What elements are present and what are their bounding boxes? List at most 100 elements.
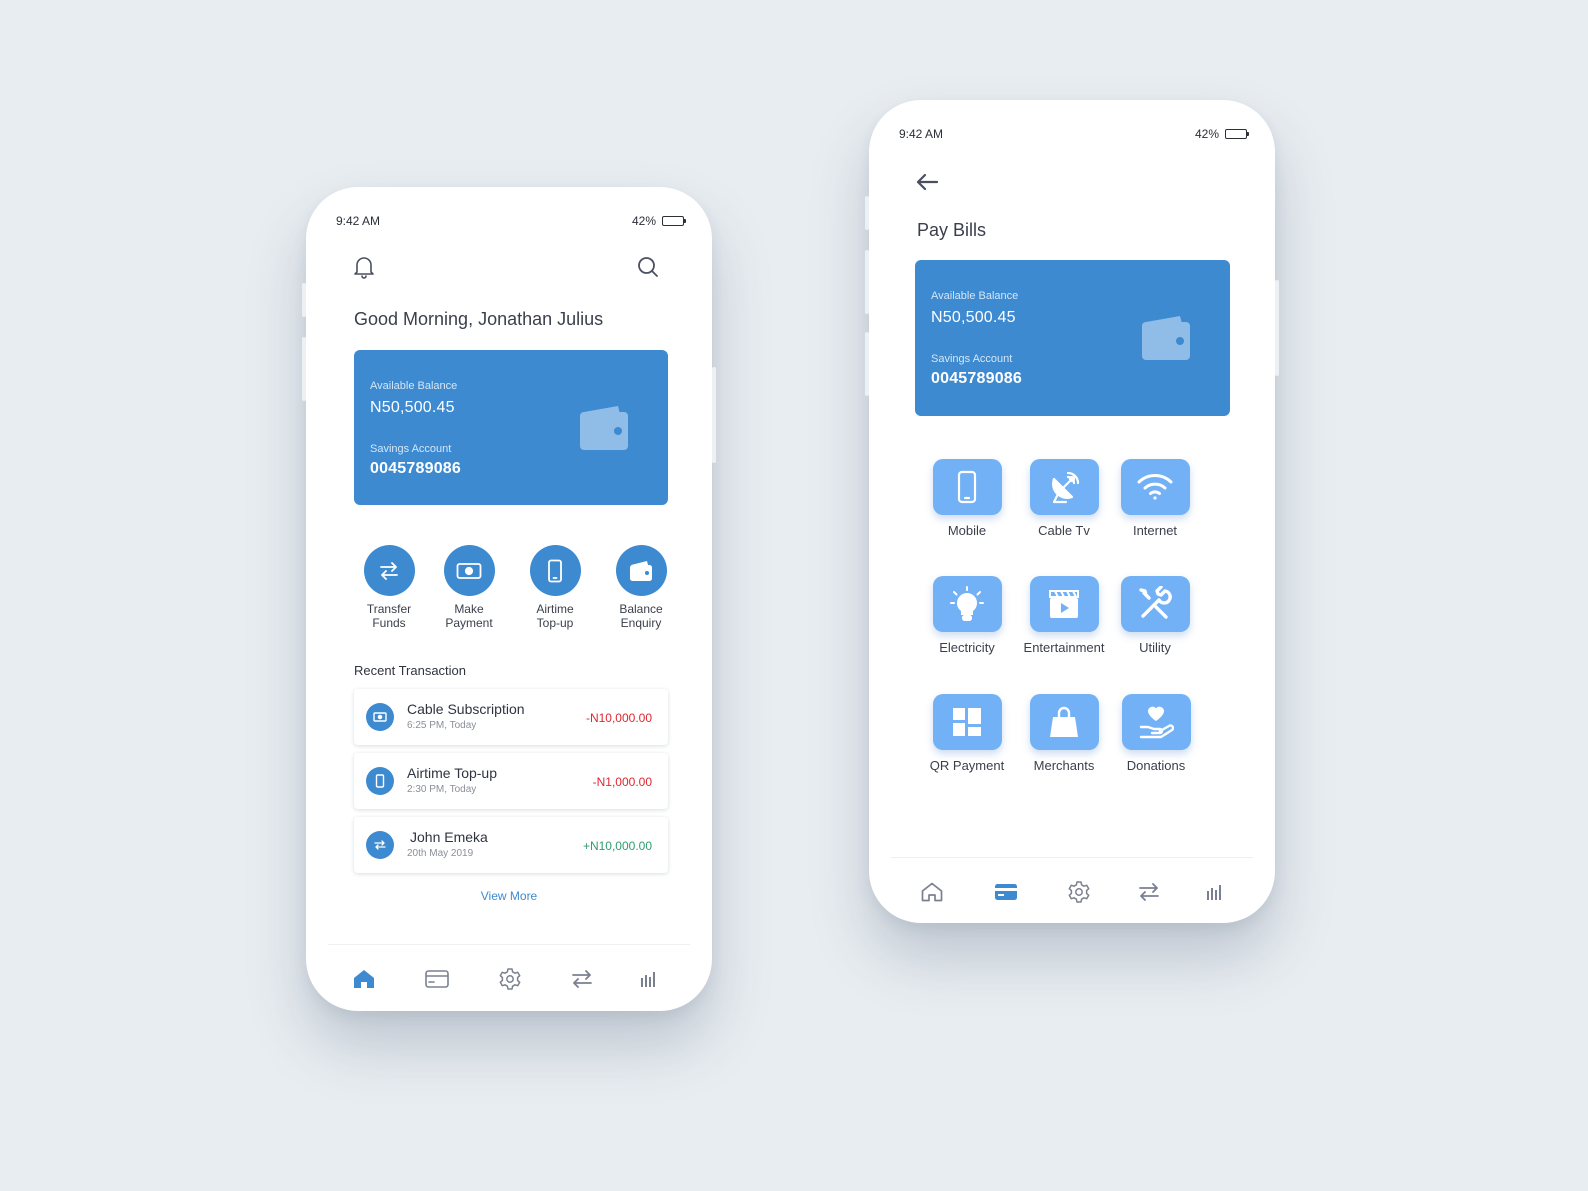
grid-tiles-icon xyxy=(932,694,1002,750)
nav-home-icon[interactable] xyxy=(344,959,384,999)
bill-label: Cable Tv xyxy=(1038,523,1090,538)
pay-bills-screen: 9:42 AM 42% Pay Bills Available Balance … xyxy=(865,100,1279,923)
wallet-icon xyxy=(1140,312,1192,367)
bill-category-internet[interactable]: Internet xyxy=(1100,459,1210,538)
wallet-icon xyxy=(578,402,630,457)
bill-category-donations[interactable]: Donations xyxy=(1101,694,1211,773)
nav-settings-gear-icon[interactable] xyxy=(1059,872,1099,912)
quick-action-label: Balance Enquiry xyxy=(619,602,663,630)
mobile-phone-icon xyxy=(932,459,1002,515)
bill-category-utility[interactable]: Utility xyxy=(1100,576,1210,655)
cash-icon xyxy=(366,703,394,731)
satellite-dish-icon xyxy=(1029,459,1099,515)
bottom-nav xyxy=(328,944,690,1004)
quick-action-label: Transfer Funds xyxy=(366,602,412,630)
side-button xyxy=(302,337,306,401)
balance-card[interactable]: Available Balance N50,500.45 Savings Acc… xyxy=(915,260,1230,416)
wifi-icon xyxy=(1120,459,1190,515)
bill-label: Merchants xyxy=(1033,758,1095,773)
home-screen: 9:42 AM 42% Good Morning, Jonathan Juliu… xyxy=(302,187,716,1011)
shopping-bag-icon xyxy=(1029,694,1099,750)
airtime-topup-button[interactable]: Airtime Top-up xyxy=(512,545,598,630)
page-title: Pay Bills xyxy=(917,220,987,240)
bill-label: Entertainment xyxy=(1023,640,1105,655)
transaction-amount: +N10,000.00 xyxy=(582,839,652,853)
status-bar: 9:42 AM 42% xyxy=(899,126,1249,142)
search-icon[interactable] xyxy=(634,253,662,281)
make-payment-button[interactable]: Make Payment xyxy=(426,545,512,630)
arrow-left-icon[interactable] xyxy=(913,168,941,196)
bill-category-qr-payment[interactable]: QR Payment xyxy=(912,694,1022,773)
bottom-nav xyxy=(891,857,1253,917)
bill-label: Electricity xyxy=(939,640,995,655)
nav-transfer-arrows-icon[interactable] xyxy=(562,959,602,999)
side-button xyxy=(865,332,869,396)
phone-icon xyxy=(366,767,394,795)
status-right: 42% xyxy=(1194,127,1249,141)
status-bar: 9:42 AM 42% xyxy=(336,213,686,229)
status-right: 42% xyxy=(631,214,686,228)
account-label: Savings Account xyxy=(931,353,1013,365)
tools-icon xyxy=(1120,576,1190,632)
transaction-row[interactable]: Airtime Top-up 2:30 PM, Today -N1,000.00 xyxy=(354,753,668,809)
transaction-amount: -N1,000.00 xyxy=(592,775,652,789)
transaction-time: 2:30 PM, Today xyxy=(407,784,477,795)
battery-icon xyxy=(1225,129,1249,139)
nav-stats-bars-icon[interactable] xyxy=(628,959,668,999)
quick-actions: Transfer Funds Make Payment Airtime Top-up xyxy=(346,545,676,635)
transfer-arrows-icon xyxy=(366,831,394,859)
bill-label: Utility xyxy=(1139,640,1171,655)
side-button xyxy=(865,196,869,230)
status-time: 9:42 AM xyxy=(336,214,381,228)
transaction-row[interactable]: Cable Subscription 6:25 PM, Today -N10,0… xyxy=(354,689,668,745)
bell-icon[interactable] xyxy=(350,253,378,281)
side-button xyxy=(1275,280,1279,376)
bill-label: Internet xyxy=(1132,523,1178,538)
view-more-link[interactable]: View More xyxy=(306,889,712,903)
nav-card-icon[interactable] xyxy=(986,872,1026,912)
account-label: Savings Account xyxy=(370,443,452,455)
transaction-time: 20th May 2019 xyxy=(407,848,474,859)
light-bulb-icon xyxy=(932,576,1002,632)
account-number: 0045789086 xyxy=(931,370,1022,387)
nav-home-icon[interactable] xyxy=(912,872,952,912)
transfer-arrows-icon xyxy=(363,545,415,596)
battery-percent: 42% xyxy=(631,214,656,228)
side-button xyxy=(712,367,716,463)
balance-label: Available Balance xyxy=(931,290,1019,302)
bill-category-mobile[interactable]: Mobile xyxy=(912,459,1022,538)
balance-enquiry-button[interactable]: Balance Enquiry xyxy=(598,545,684,630)
bill-label: Donations xyxy=(1126,758,1186,773)
bill-label: QR Payment xyxy=(929,758,1005,773)
quick-action-label: Make Payment xyxy=(445,602,493,630)
transaction-time: 6:25 PM, Today xyxy=(407,720,477,731)
nav-stats-bars-icon[interactable] xyxy=(1194,872,1234,912)
cash-icon xyxy=(443,545,495,596)
bill-category-electricity[interactable]: Electricity xyxy=(912,576,1022,655)
phone-icon xyxy=(529,545,581,596)
nav-settings-gear-icon[interactable] xyxy=(490,959,530,999)
transfer-funds-button[interactable]: Transfer Funds xyxy=(346,545,432,630)
balance-label: Available Balance xyxy=(370,380,458,392)
wallet-icon xyxy=(615,545,667,596)
quick-action-label: Airtime Top-up xyxy=(536,602,574,630)
greeting-text: Good Morning, Jonathan Julius xyxy=(354,309,604,329)
nav-card-icon[interactable] xyxy=(417,959,457,999)
balance-card[interactable]: Available Balance N50,500.45 Savings Acc… xyxy=(354,350,668,505)
recent-transaction-title: Recent Transaction xyxy=(354,663,467,678)
account-number: 0045789086 xyxy=(370,460,461,477)
transaction-title: Airtime Top-up xyxy=(407,765,498,781)
nav-transfer-arrows-icon[interactable] xyxy=(1129,872,1169,912)
side-button xyxy=(302,283,306,317)
battery-icon xyxy=(662,216,686,226)
transaction-title: John Emeka xyxy=(410,829,488,845)
battery-percent: 42% xyxy=(1194,127,1219,141)
heart-hand-icon xyxy=(1121,694,1191,750)
transaction-amount: -N10,000.00 xyxy=(585,711,652,725)
balance-value: N50,500.45 xyxy=(370,399,455,416)
status-time: 9:42 AM xyxy=(899,127,944,141)
side-button xyxy=(865,250,869,314)
transaction-title: Cable Subscription xyxy=(407,701,525,717)
transaction-row[interactable]: John Emeka 20th May 2019 +N10,000.00 xyxy=(354,817,668,873)
transaction-list: Cable Subscription 6:25 PM, Today -N10,0… xyxy=(354,689,668,881)
